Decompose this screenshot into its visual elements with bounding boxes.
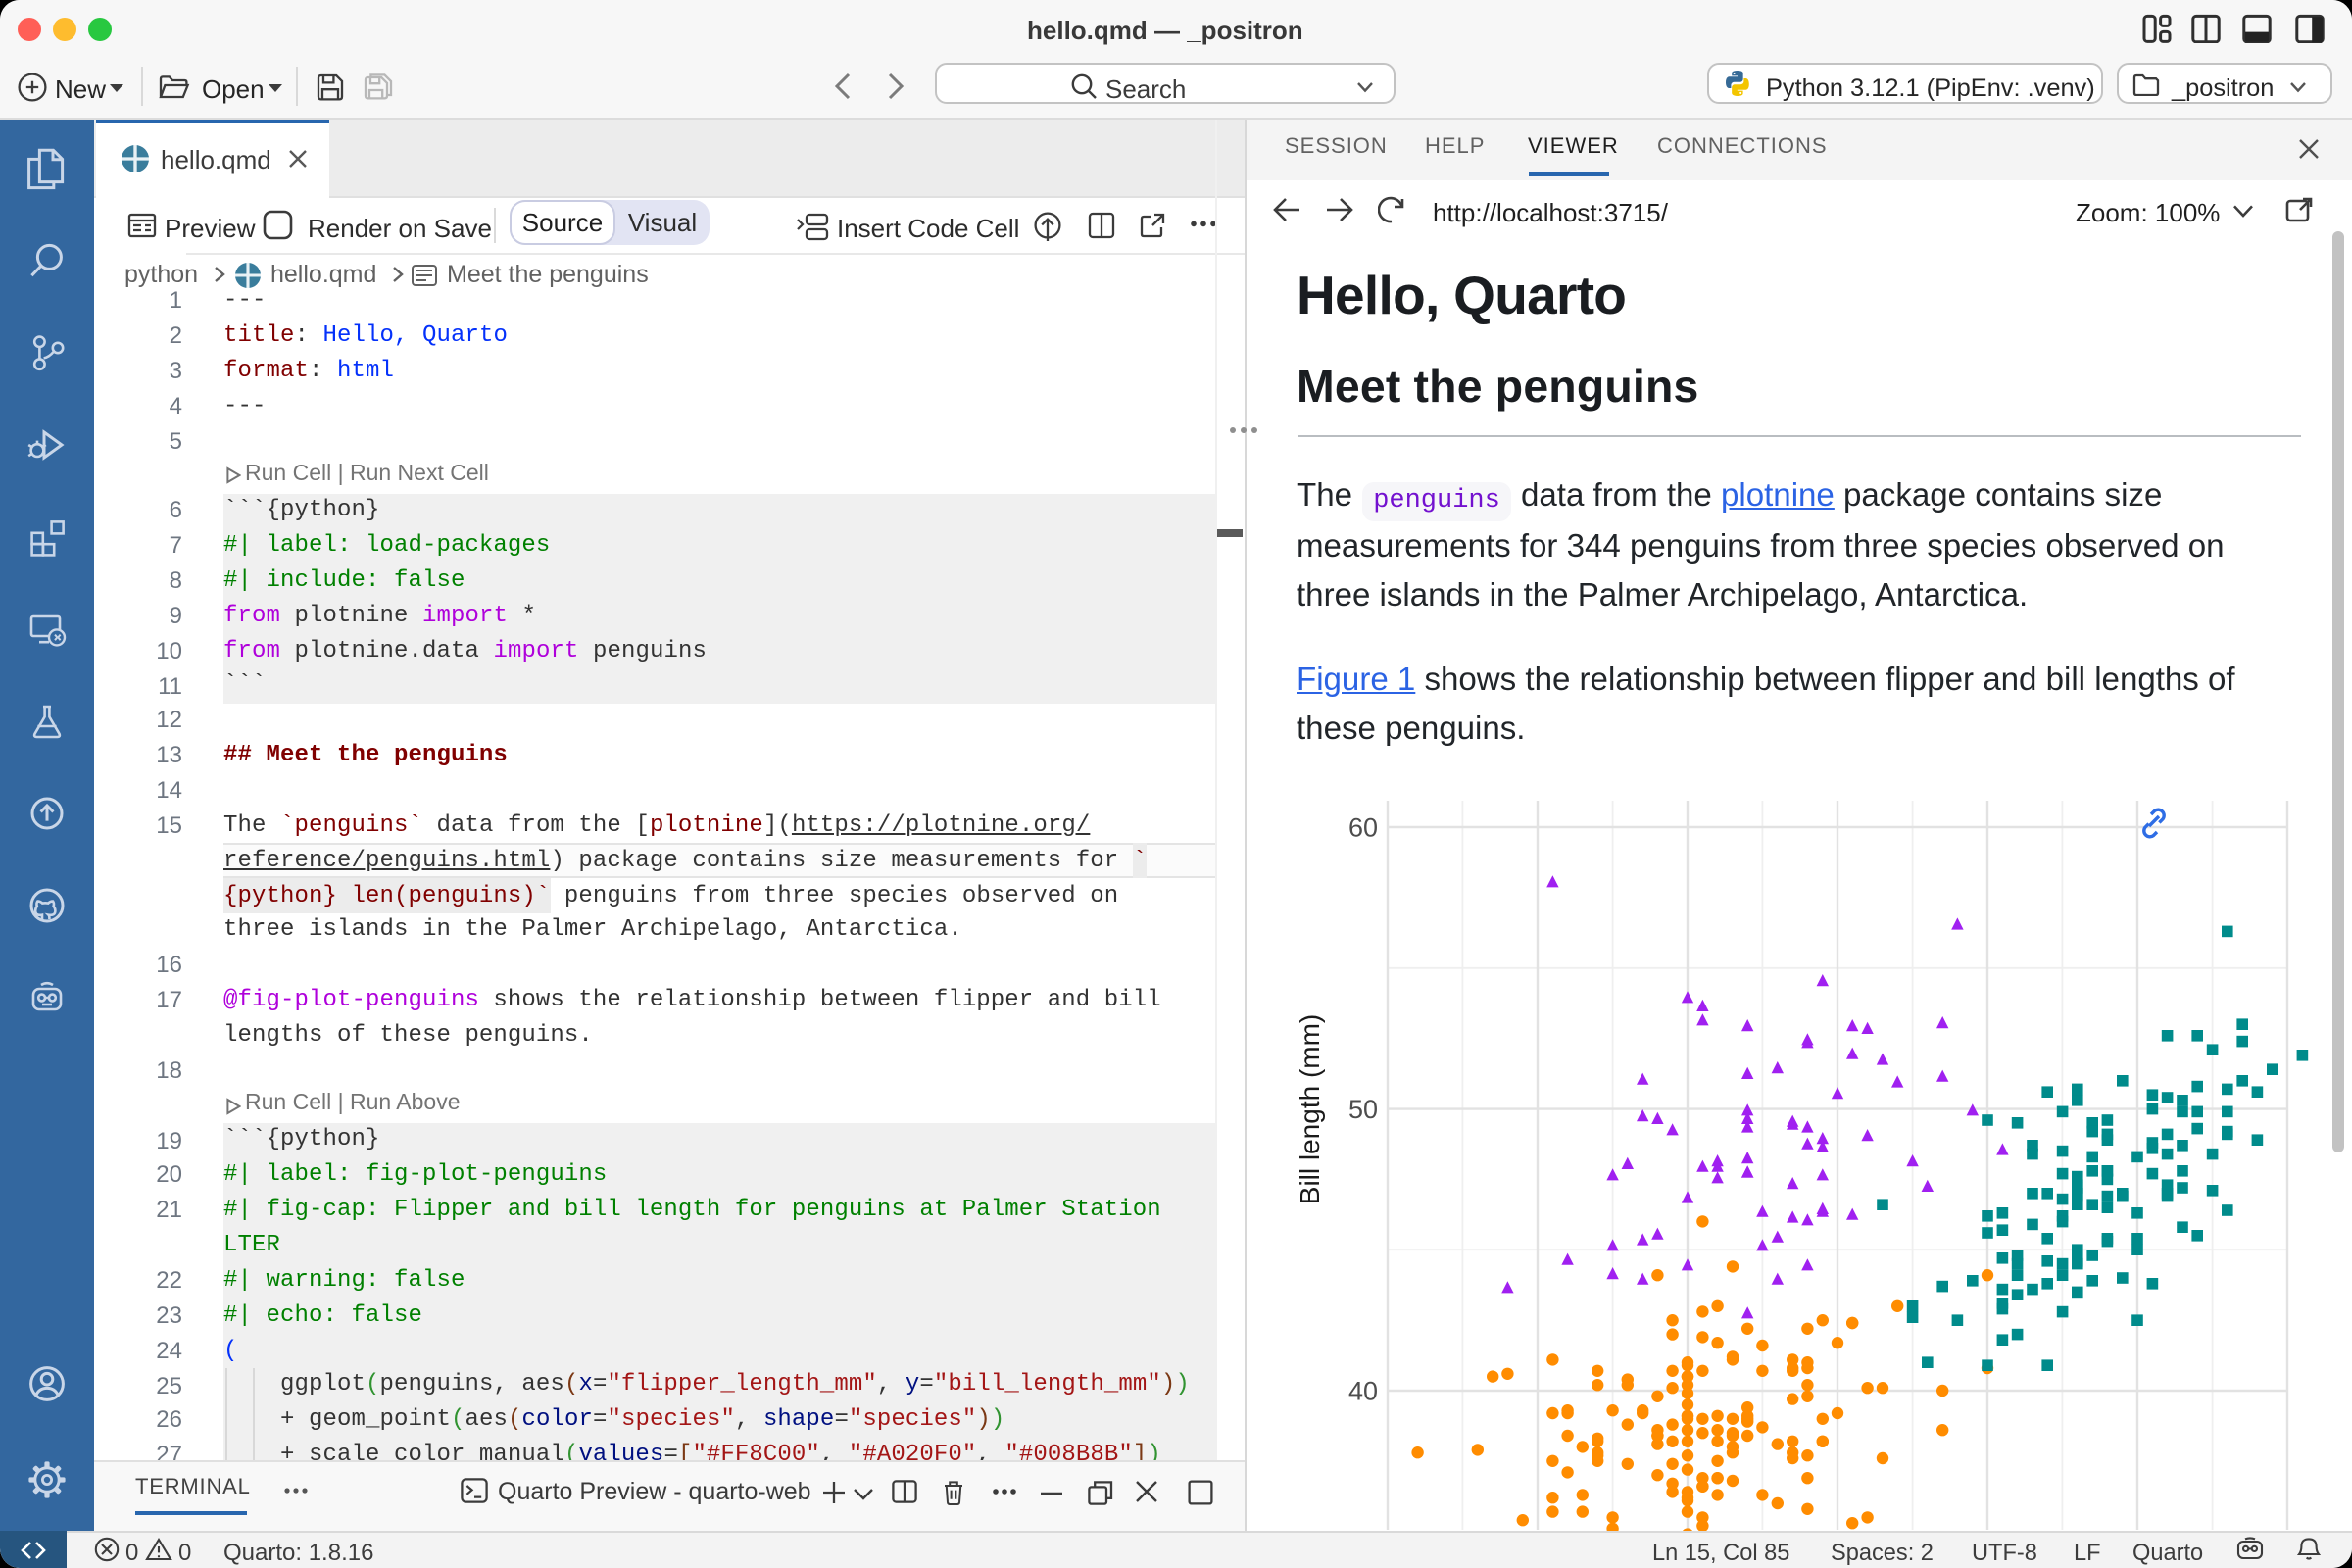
svg-text:50: 50: [1348, 1095, 1377, 1124]
svg-text:60: 60: [1348, 812, 1377, 842]
svg-text:Bill length (mm): Bill length (mm): [1294, 1014, 1324, 1204]
svg-text:40: 40: [1348, 1376, 1377, 1405]
